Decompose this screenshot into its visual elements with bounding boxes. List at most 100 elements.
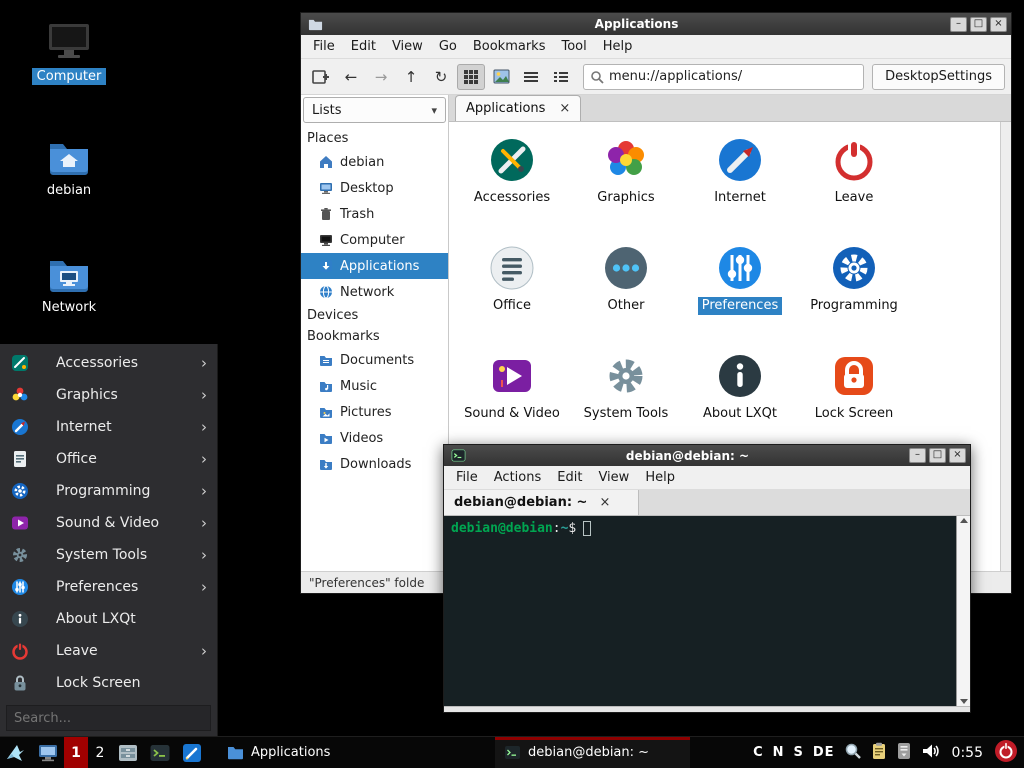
terminal-resize-edge[interactable] (444, 706, 970, 712)
address-bar[interactable]: menu://applications/ (583, 64, 864, 90)
programming-icon (10, 481, 30, 501)
menu-actions[interactable]: Actions (486, 467, 550, 488)
tray-updates-icon[interactable] (896, 742, 912, 764)
start-menu-item-about-lxqt[interactable]: About LXQt (0, 603, 217, 635)
sidebar-item-trash[interactable]: Trash (301, 201, 448, 227)
start-menu-item-office[interactable]: Office › (0, 443, 217, 475)
start-menu-item-label: Sound & Video (56, 515, 159, 531)
fm-titlebar[interactable]: Applications – □ × (301, 13, 1011, 35)
app-accessories[interactable]: Accessories (455, 136, 569, 244)
app-other[interactable]: Other (569, 244, 683, 352)
show-desktop-button[interactable] (32, 737, 64, 768)
menu-view[interactable]: View (384, 36, 431, 57)
desktop-icon-home[interactable]: debian (21, 138, 117, 199)
sidebar-item-videos[interactable]: Videos (301, 425, 448, 451)
icon-view-button[interactable] (457, 64, 485, 90)
back-button[interactable]: ← (337, 64, 365, 90)
tab-applications[interactable]: Applications × (455, 95, 581, 121)
app-graphics[interactable]: Graphics (569, 136, 683, 244)
sidebar-item-network[interactable]: Network (301, 279, 448, 305)
sidebar-item-documents[interactable]: Documents (301, 347, 448, 373)
scroll-down-icon[interactable] (960, 699, 968, 704)
start-menu-item-leave[interactable]: Leave › (0, 635, 217, 667)
start-menu-item-accessories[interactable]: Accessories › (0, 347, 217, 379)
start-menu-item-programming[interactable]: Programming › (0, 475, 217, 507)
taskbar-task-applications[interactable]: Applications (218, 737, 413, 768)
clock[interactable]: 0:55 (952, 745, 983, 761)
menu-tool[interactable]: Tool (553, 36, 594, 57)
volume-icon[interactable] (921, 742, 941, 764)
start-menu-button[interactable] (0, 737, 32, 768)
start-menu-item-sound-video[interactable]: Sound & Video › (0, 507, 217, 539)
start-menu-item-system-tools[interactable]: System Tools › (0, 539, 217, 571)
sidebar-item-music[interactable]: Music (301, 373, 448, 399)
maximize-button[interactable]: □ (929, 448, 946, 463)
app-leave[interactable]: Leave (797, 136, 911, 244)
up-button[interactable]: ↑ (397, 64, 425, 90)
terminal-scrollbar[interactable] (956, 516, 970, 706)
maximize-button[interactable]: □ (970, 17, 987, 32)
sidebar-item-label: Trash (340, 207, 374, 222)
terminal-titlebar[interactable]: debian@debian: ~ – □ × (444, 445, 970, 466)
scroll-up-icon[interactable] (960, 518, 968, 523)
tab-close-icon[interactable]: × (599, 495, 610, 510)
start-menu-item-label: About LXQt (56, 611, 136, 627)
menu-edit[interactable]: Edit (549, 467, 590, 488)
close-button[interactable]: × (990, 17, 1007, 32)
desktop-icon-network[interactable]: Network (21, 255, 117, 316)
app-office[interactable]: Office (455, 244, 569, 352)
sidebar-item-computer[interactable]: Computer (301, 227, 448, 253)
detailed-view-button[interactable] (547, 64, 575, 90)
lists-dropdown[interactable]: Lists ▾ (303, 97, 446, 123)
start-menu-item-label: System Tools (56, 547, 147, 563)
search-input[interactable] (6, 705, 211, 731)
tray-magnifier-icon[interactable] (844, 742, 862, 764)
menu-file[interactable]: File (448, 467, 486, 488)
menu-help[interactable]: Help (637, 467, 683, 488)
app-internet[interactable]: Internet (683, 136, 797, 244)
sidebar-item-applications[interactable]: Applications (301, 253, 448, 279)
submenu-arrow-icon: › (201, 514, 207, 532)
app-programming[interactable]: Programming (797, 244, 911, 352)
refresh-button[interactable]: ↻ (427, 64, 455, 90)
sidebar-item-downloads[interactable]: Downloads (301, 451, 448, 477)
app-preferences[interactable]: Preferences (683, 244, 797, 352)
close-button[interactable]: × (949, 448, 966, 463)
minimize-button[interactable]: – (950, 17, 967, 32)
taskbar-task-terminal[interactable]: debian@debian: ~ (495, 737, 690, 768)
desktop-icon-computer[interactable]: Computer (21, 22, 117, 85)
quicklaunch-file-archiver[interactable] (112, 737, 144, 768)
sidebar-item-home[interactable]: debian (301, 149, 448, 175)
start-menu-item-graphics[interactable]: Graphics › (0, 379, 217, 411)
start-menu-item-internet[interactable]: Internet › (0, 411, 217, 443)
menu-edit[interactable]: Edit (343, 36, 384, 57)
desktop-settings-button[interactable]: DesktopSettings (872, 64, 1005, 90)
thumbnail-view-button[interactable] (487, 64, 515, 90)
quicklaunch-terminal[interactable] (144, 737, 176, 768)
quicklaunch-text-editor[interactable] (176, 737, 208, 768)
sidebar-item-pictures[interactable]: Pictures (301, 399, 448, 425)
start-menu-search[interactable] (6, 705, 211, 731)
workspace-2-button[interactable]: 2 (88, 737, 112, 768)
compact-view-button[interactable] (517, 64, 545, 90)
workspace-1-button[interactable]: 1 (64, 737, 88, 768)
menu-file[interactable]: File (305, 36, 343, 57)
menu-view[interactable]: View (590, 467, 637, 488)
keyboard-layout-indicator[interactable]: DE (813, 745, 835, 760)
start-menu-item-lock-screen[interactable]: Lock Screen (0, 667, 217, 699)
minimize-button[interactable]: – (909, 448, 926, 463)
sidebar-item-desktop[interactable]: Desktop (301, 175, 448, 201)
menu-help[interactable]: Help (595, 36, 641, 57)
terminal-body[interactable]: debian@debian:~$ (444, 516, 970, 706)
tab-close-icon[interactable]: × (559, 101, 570, 116)
terminal-tab[interactable]: debian@debian: ~ × (444, 490, 639, 515)
power-button[interactable] (994, 739, 1018, 767)
fm-scrollbar[interactable] (1000, 122, 1011, 571)
forward-button[interactable]: → (367, 64, 395, 90)
new-tab-button[interactable] (307, 64, 335, 90)
internet-icon (10, 417, 30, 437)
menu-go[interactable]: Go (431, 36, 465, 57)
start-menu-item-preferences[interactable]: Preferences › (0, 571, 217, 603)
menu-bookmarks[interactable]: Bookmarks (465, 36, 554, 57)
tray-clipboard-icon[interactable] (871, 742, 887, 764)
